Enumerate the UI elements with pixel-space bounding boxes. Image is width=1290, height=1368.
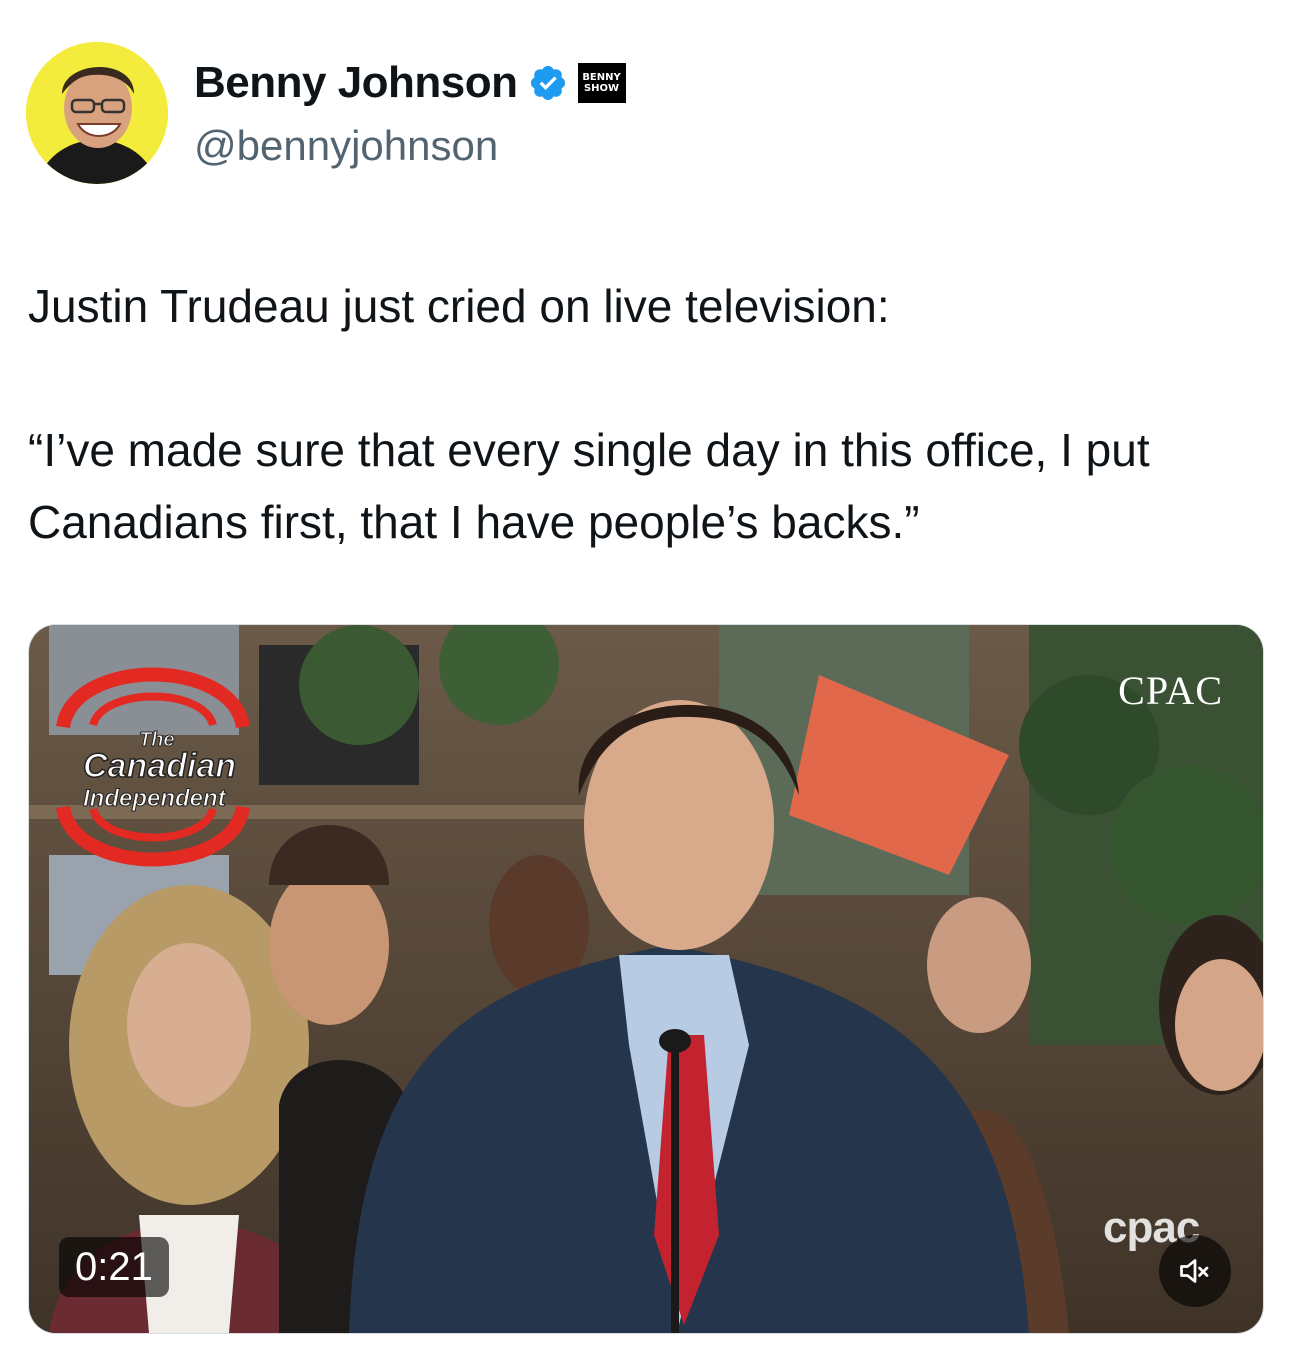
mute-button[interactable] (1159, 1235, 1231, 1307)
video-player[interactable]: The Canadian Independent CPAC cpac 0:21 (28, 624, 1264, 1334)
affiliation-badge[interactable]: BENNY SHOW (577, 63, 626, 103)
tweet-text: Justin Trudeau just cried on live televi… (28, 280, 1150, 548)
video-duration: 0:21 (59, 1237, 169, 1297)
avatar-image (26, 42, 168, 184)
cpac-watermark: CPAC (1118, 668, 1223, 713)
logo-text-canadian: Canadian (82, 746, 237, 786)
author-name[interactable]: Benny Johnson (194, 58, 518, 108)
speaker-muted-icon (1180, 1259, 1209, 1283)
author-name-row: Benny Johnson BENNY SHOW (194, 58, 626, 108)
tweet-header: Benny Johnson BENNY SHOW @bennyjohnson (26, 42, 1266, 186)
verified-badge-icon (530, 65, 565, 101)
affiliation-badge-line2: SHOW (583, 83, 620, 94)
logo-text-independent: Independent (83, 785, 227, 813)
author-handle[interactable]: @bennyjohnson (194, 122, 498, 170)
affiliation-badge-line1: BENNY (582, 72, 621, 83)
avatar[interactable] (26, 42, 168, 184)
canadian-independent-logo: The Canadian Independent (53, 647, 253, 867)
